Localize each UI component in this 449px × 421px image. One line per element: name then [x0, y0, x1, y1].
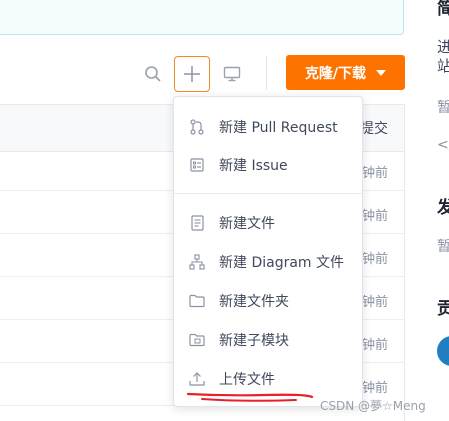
- commit-time: 钟前: [362, 252, 389, 267]
- clone-download-label: 克隆/下载: [304, 65, 367, 82]
- sidebar-desc-line1: 进: [437, 38, 449, 56]
- diagram-icon: [189, 254, 205, 270]
- folder-icon: [189, 293, 205, 309]
- sidebar-desc-line2: 站: [437, 57, 449, 75]
- panel-right-border: [404, 104, 405, 421]
- contributor-avatar[interactable]: [437, 336, 449, 366]
- menu-item-new-submodule[interactable]: 新建子模块: [174, 321, 362, 359]
- menu-item-new-file[interactable]: 新建文件: [174, 204, 362, 242]
- search-icon[interactable]: [141, 62, 165, 86]
- menu-item-label: 新建 Issue: [219, 158, 288, 174]
- menu-item-new-issue[interactable]: 新建 Issue: [174, 146, 362, 184]
- menu-item-label: 新建子模块: [219, 333, 289, 349]
- menu-item-label: 新建文件: [219, 216, 275, 232]
- commit-time: 钟前: [362, 166, 389, 181]
- sidebar-empty-text: 暂: [437, 239, 449, 255]
- menu-item-label: 新建 Pull Request: [219, 120, 338, 136]
- commit-column-header: 提交: [360, 121, 388, 137]
- commit-time: 钟前: [362, 338, 389, 353]
- sidebar-title-contributors: 贡: [437, 299, 449, 319]
- commit-time: 钟前: [362, 209, 389, 224]
- watermark-text: CSDN @夢☆Meng: [320, 399, 426, 413]
- monitor-icon[interactable]: [220, 62, 244, 86]
- menu-item-label: 上传文件: [219, 372, 275, 388]
- menu-item-new-pull-request[interactable]: 新建 Pull Request: [174, 108, 362, 146]
- menu-item-label: 新建文件夹: [219, 294, 289, 310]
- menu-item-label: 新建 Diagram 文件: [219, 255, 345, 271]
- caret-down-icon: [376, 69, 387, 76]
- submodule-icon: [189, 332, 205, 348]
- sidebar-code-text: </: [437, 137, 449, 153]
- commit-time: 钟前: [362, 381, 389, 396]
- upload-icon: [189, 371, 205, 387]
- plus-icon: [184, 66, 200, 82]
- issue-icon: [189, 157, 205, 173]
- sidebar-title-intro: 简: [437, 0, 449, 19]
- clone-download-button[interactable]: 克隆/下载: [286, 55, 405, 90]
- file-icon: [189, 215, 205, 231]
- sidebar-empty-text: 暂: [437, 100, 449, 116]
- commit-time: 钟前: [362, 295, 389, 310]
- sidebar-title-release: 发: [437, 198, 449, 218]
- menu-item-new-diagram[interactable]: 新建 Diagram 文件: [174, 243, 362, 281]
- pull-request-icon: [189, 119, 205, 135]
- toolbar-divider: [266, 56, 267, 90]
- new-dropdown-menu: 新建 Pull Request 新建 Issue 新建文件 新建 Diagram…: [173, 96, 363, 407]
- menu-divider: [174, 193, 362, 194]
- menu-item-new-folder[interactable]: 新建文件夹: [174, 282, 362, 320]
- new-button[interactable]: [174, 56, 210, 92]
- red-annotation-underline: [186, 392, 314, 402]
- notice-box: [0, 0, 404, 35]
